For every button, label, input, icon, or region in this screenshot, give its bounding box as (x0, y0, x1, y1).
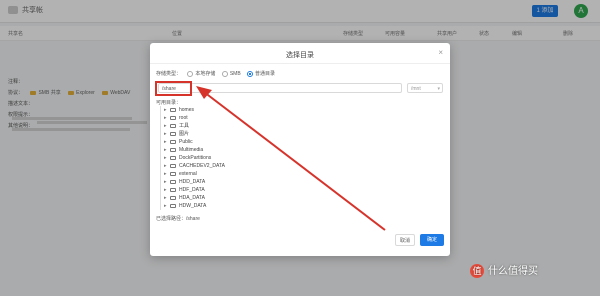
radio-smb[interactable] (221, 70, 228, 77)
folder-icon (170, 148, 176, 152)
radio-label[interactable]: 普通目录 (255, 71, 275, 77)
select-directory-dialog: 选择目录 × 存储类型： 本地存储 SMB 普通目录 /share /mnt ▾… (150, 43, 450, 256)
folder-icon (170, 124, 176, 128)
cancel-button[interactable]: 取消 (395, 234, 415, 246)
expand-icon[interactable]: ▸ (164, 122, 167, 130)
tree-item[interactable]: ▸ Public (160, 138, 360, 146)
tree-item[interactable]: ▸ 工具 (160, 122, 360, 130)
watermark: 值什么值得买 (470, 262, 538, 279)
tree-item[interactable]: ▸ 图片 (160, 130, 360, 138)
expand-icon[interactable]: ▸ (164, 202, 167, 210)
expand-icon[interactable]: ▸ (164, 146, 167, 154)
expand-icon[interactable]: ▸ (164, 154, 167, 162)
folder-icon (170, 188, 176, 192)
expand-icon[interactable]: ▸ (164, 178, 167, 186)
tree-item[interactable]: ▸ root (160, 114, 360, 122)
dialog-title: 选择目录 (286, 52, 314, 59)
tree-item[interactable]: ▸ CACHEDEV2_DATA (160, 162, 360, 170)
mount-select-value: /mnt (411, 86, 421, 92)
folder-icon (170, 108, 176, 112)
expand-icon[interactable]: ▸ (164, 114, 167, 122)
radio-label[interactable]: SMB (230, 71, 241, 77)
tree-item[interactable]: ▸ HDA_DATA (160, 194, 360, 202)
tree-item[interactable]: ▸ Multimedia (160, 146, 360, 154)
folder-icon (170, 156, 176, 160)
folder-icon (170, 196, 176, 200)
tree-item[interactable]: ▸ HDW_DATA (160, 202, 360, 210)
folder-icon (170, 116, 176, 120)
folder-icon (170, 172, 176, 176)
expand-icon[interactable]: ▸ (164, 162, 167, 170)
confirm-button[interactable]: 确定 (420, 234, 444, 246)
folder-icon (170, 204, 176, 208)
tree-item[interactable]: ▸ homes (160, 106, 360, 114)
annotation-highlight-box (155, 81, 192, 96)
folder-icon (170, 164, 176, 168)
radio-local[interactable] (187, 70, 194, 77)
tree-item[interactable]: ▸ external (160, 170, 360, 178)
expand-icon[interactable]: ▸ (164, 138, 167, 146)
expand-icon[interactable]: ▸ (164, 170, 167, 178)
radio-normal-dir[interactable] (247, 70, 254, 77)
tree-item[interactable]: ▸ HDD_DATA (160, 178, 360, 186)
watermark-text: 什么值得买 (488, 266, 538, 277)
expand-icon[interactable]: ▸ (164, 130, 167, 138)
directory-tree: ▸ homes ▸ root ▸ 工具 ▸ 图片 ▸ Public ▸ Multimedia… (160, 106, 360, 210)
expand-icon[interactable]: ▸ (164, 106, 167, 114)
folder-icon (170, 180, 176, 184)
folder-icon (170, 140, 176, 144)
expand-icon[interactable]: ▸ (164, 194, 167, 202)
watermark-badge: 值 (470, 264, 484, 279)
folder-icon (170, 132, 176, 136)
path-input[interactable]: /share (158, 83, 402, 93)
selected-path-text: 已选择路径：/share (156, 216, 200, 222)
tree-section-label: 可用目录： (156, 100, 182, 106)
close-icon[interactable]: × (438, 48, 443, 57)
storage-type-label: 存储类型： (156, 71, 182, 77)
tree-item[interactable]: ▸ HDF_DATA (160, 186, 360, 194)
expand-icon[interactable]: ▸ (164, 186, 167, 194)
chevron-down-icon: ▾ (437, 86, 440, 92)
mount-select[interactable]: /mnt ▾ (407, 83, 443, 93)
divider (150, 63, 450, 64)
tree-item[interactable]: ▸ DockPartitions (160, 154, 360, 162)
radio-label[interactable]: 本地存储 (195, 71, 215, 77)
storage-type-row: 存储类型： 本地存储 SMB 普通目录 (156, 70, 275, 77)
